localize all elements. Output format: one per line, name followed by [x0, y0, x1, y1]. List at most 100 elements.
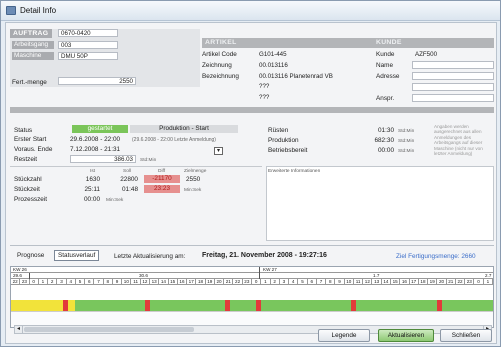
hour-tick: 7: [94, 279, 104, 285]
aktualisieren-button[interactable]: Aktualisieren: [378, 329, 434, 342]
hour-tick: 20: [215, 279, 225, 285]
erster-start-label: Erster Start: [14, 136, 47, 143]
col-soll: Soll: [123, 169, 131, 174]
hour-tick: 0: [474, 279, 484, 285]
hour-tick: 20: [437, 279, 447, 285]
stueckzeit-ist: 25:11: [84, 186, 100, 193]
status-segment-production: [442, 300, 493, 311]
hour-tick: 14: [159, 279, 169, 285]
update-value: Freitag, 21. November 2008 - 19:27:16: [202, 252, 327, 259]
hour-tick: 23: [20, 279, 30, 285]
hour-tick: 10: [122, 279, 132, 285]
section-divider: [10, 107, 494, 113]
auftrag-field[interactable]: 0670-0420: [58, 29, 118, 37]
hour-tick: 23: [243, 279, 252, 285]
kunde-header: KUNDE: [376, 39, 402, 46]
betriebsbereit-label: Betriebsbereit: [268, 147, 308, 154]
restzeit-field: 386.03: [70, 155, 136, 163]
status-badge: gestartet: [72, 125, 128, 133]
stueckzahl-soll: 22800: [120, 176, 138, 183]
status-timeline-bar[interactable]: [11, 300, 493, 311]
arbeitsgang-label: Arbeitsgang: [12, 41, 54, 49]
schliessen-button[interactable]: Schließen: [440, 329, 492, 342]
legende-button[interactable]: Legende: [318, 329, 370, 342]
artikel-code-field: G101-445: [256, 50, 366, 58]
hour-tick: 0: [252, 279, 262, 285]
hour-tick: 12: [141, 279, 151, 285]
scroll-thumb[interactable]: [24, 327, 194, 332]
window-icon: [6, 6, 16, 15]
hour-tick: 17: [187, 279, 197, 285]
restzeit-unit: Std:Min: [140, 158, 157, 163]
betriebsbereit-unit: Std:Min: [398, 149, 415, 154]
status-segment-production: [83, 300, 145, 311]
hour-tick: 2: [271, 279, 280, 285]
status-segment-production: [150, 300, 225, 311]
hour-tick: 1: [484, 279, 493, 285]
stueckzeit-diff: 23:23: [144, 185, 180, 193]
hour-tick: 18: [196, 279, 206, 285]
content-area: AUFTRAG 0670-0420 Arbeitsgang 003 Maschi…: [5, 22, 497, 344]
hour-tick: 16: [178, 279, 188, 285]
ziel-fertigungsmenge: Ziel Fertigungsmenge: 2660: [396, 253, 476, 260]
stueckzeit-soll: 01:48: [122, 186, 138, 193]
prozesszeit-ist: 00:00: [84, 196, 100, 203]
hour-tick: 3: [280, 279, 290, 285]
voraus-ende-label: Voraus. Ende: [14, 146, 53, 153]
zeichnung-label: Zeichnung: [202, 62, 232, 69]
fert-menge-label: Fert.-menge: [12, 79, 47, 86]
adresse-field: [412, 72, 494, 80]
hour-tick: 18: [419, 279, 429, 285]
auftrag-header: AUFTRAG: [10, 29, 52, 38]
adresse-label: Adresse: [376, 73, 400, 80]
tab-prognose[interactable]: Prognose: [14, 251, 47, 262]
hour-tick: 21: [224, 279, 234, 285]
maschine-field[interactable]: DMU 50P: [58, 52, 118, 60]
hour-tick: 5: [76, 279, 86, 285]
hour-row: 22 23 0 1 2 3 4 5 6 7 8 9 10 11 12 13 14 15 16 17 18 19 20 21 22…: [11, 279, 493, 285]
maschine-label: Maschine: [12, 52, 54, 60]
erweiterte-info-label: Erweiterte Informationen: [268, 169, 321, 174]
ruesten-unit: Std:Min: [398, 129, 415, 134]
hour-tick: 1: [261, 279, 271, 285]
stueckzeit-label: Stückzeit: [14, 186, 40, 193]
produktion-value: 682:30: [374, 137, 394, 144]
col-diff: Diff: [158, 169, 166, 174]
name-label: Name: [376, 62, 394, 69]
anspr-label: Anspr.: [376, 95, 395, 102]
voraus-ende-value: 7.12.2008 - 21:31: [70, 146, 121, 153]
hour-tick: 5: [298, 279, 308, 285]
produktion-unit: Std:Min: [398, 139, 415, 144]
arbeitsgang-field[interactable]: 003: [58, 41, 118, 49]
tab-statusverlauf[interactable]: Statusverlauf: [54, 250, 100, 261]
hour-tick: 19: [428, 279, 438, 285]
mengen-divider: [10, 166, 262, 167]
scroll-left-icon[interactable]: ◂: [15, 326, 23, 333]
fert-menge-field[interactable]: 2550: [58, 77, 136, 85]
erweiterte-info-box[interactable]: [266, 166, 494, 241]
week-mid-label: KW 27: [263, 267, 277, 272]
prognose-divider: [10, 245, 494, 246]
hour-tick: 21: [447, 279, 456, 285]
day-d-label: 2.7: [485, 273, 492, 278]
hour-tick: 17: [410, 279, 419, 285]
zeiten-note: Angaben werden ausgerechnet aus allen An…: [434, 124, 483, 157]
artikel-code-label: Artikel Code: [202, 51, 237, 58]
hour-tick: 19: [206, 279, 215, 285]
dropdown-arrow-icon[interactable]: ▾: [214, 147, 223, 155]
produktion-start-badge: Produktion - Start: [130, 125, 238, 133]
hour-tick: 14: [382, 279, 392, 285]
stueckzeit-unit: Min:Sek: [184, 188, 202, 193]
status-segment-production: [356, 300, 437, 311]
hour-tick: 15: [391, 279, 401, 285]
day-c-label: 1.7: [373, 273, 380, 278]
status-segment-production: [230, 300, 256, 311]
bezeichnung-line-3: ???: [256, 93, 366, 101]
prozesszeit-unit: Min:Sek: [106, 198, 124, 203]
day-b-label: 30.6: [139, 273, 148, 278]
stueckzahl-ist: 1630: [85, 176, 100, 183]
kunde-label: Kunde: [376, 51, 395, 58]
status-segment-production: [261, 300, 351, 311]
status-segment-setup: [68, 300, 75, 311]
adresse-line-2: [412, 83, 494, 91]
